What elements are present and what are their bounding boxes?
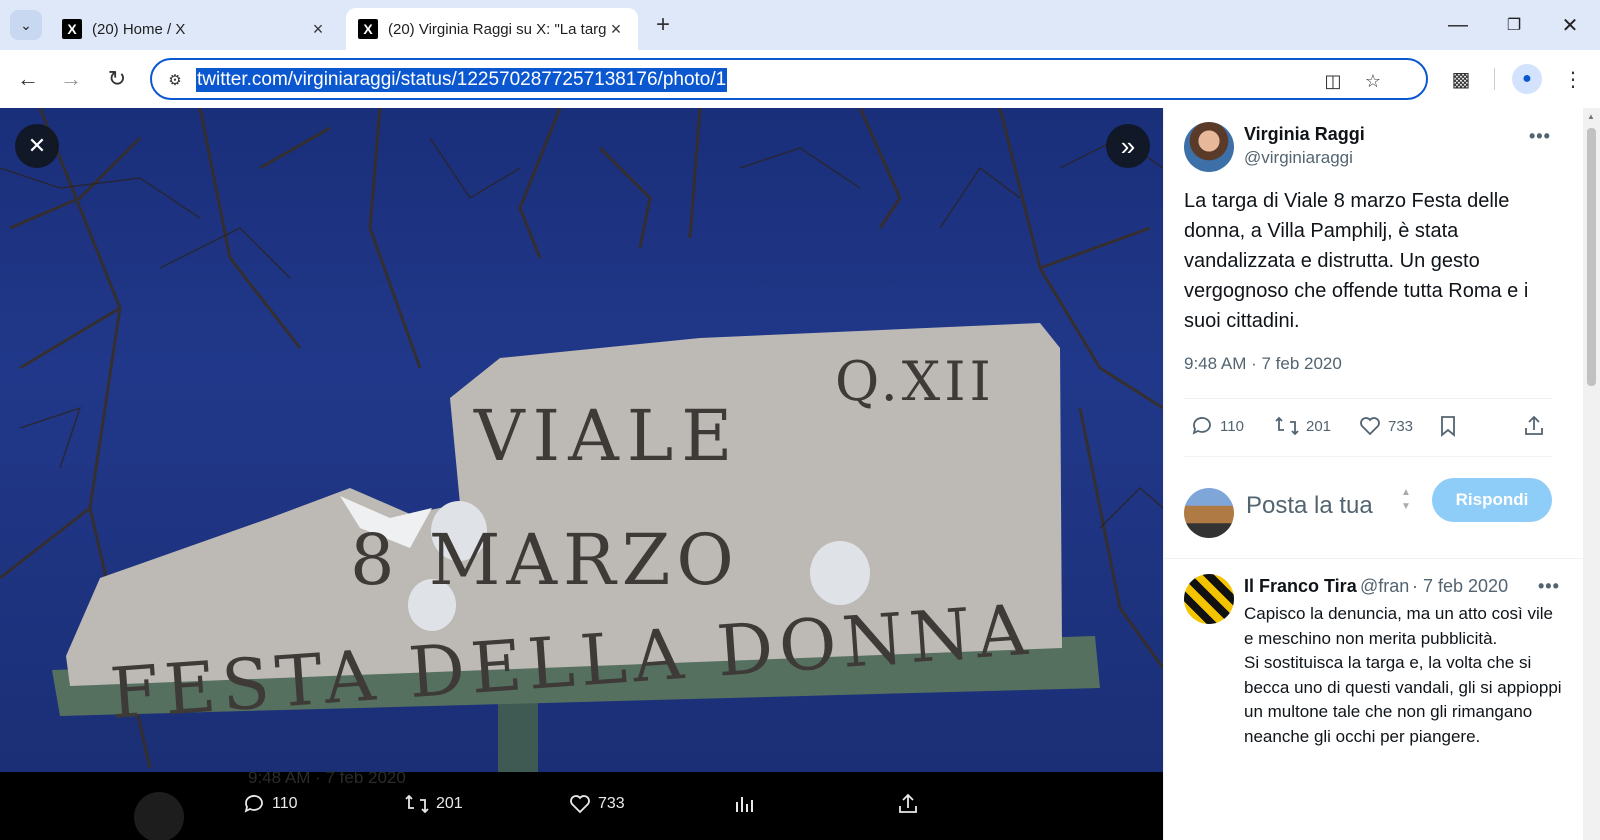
tab-search-button[interactable]: ⌄ — [10, 10, 42, 40]
reply-author-name[interactable]: Il Franco Tira — [1244, 576, 1357, 597]
toolbar-divider — [1494, 68, 1495, 90]
close-photo-button[interactable]: ✕ — [15, 124, 59, 168]
address-bar[interactable]: ⚙ twitter.com/virginiaraggi/status/12257… — [150, 58, 1428, 100]
x-logo-icon: X — [358, 19, 378, 39]
tab-tweet[interactable]: X (20) Virginia Raggi su X: "La targa di… — [346, 8, 638, 50]
sign-line-viale: VIALE — [473, 395, 740, 477]
back-button[interactable]: ← — [11, 62, 45, 96]
views-action[interactable] — [732, 792, 762, 816]
bookmark-star-icon[interactable]: ☆ — [1360, 68, 1386, 94]
retweet-stat[interactable]: 201 — [1274, 414, 1331, 438]
retweet-icon — [1275, 416, 1299, 436]
reply-date[interactable]: · 7 feb 2020 — [1412, 576, 1508, 597]
reload-button[interactable]: ↻ — [100, 62, 134, 96]
forward-button[interactable]: → — [54, 62, 88, 96]
author-name[interactable]: Virginia Raggi — [1244, 124, 1365, 145]
reply-text-line: Capisco la denuncia, ma un atto così vil… — [1244, 604, 1554, 648]
tab-title: (20) Virginia Raggi su X: "La targa di V… — [388, 20, 606, 38]
photo-viewer: Q.XII VIALE 8 MARZO FESTA DELLA DONNA ✕ … — [0, 108, 1163, 840]
share-action[interactable] — [896, 792, 926, 816]
more-options-icon[interactable]: ••• — [1538, 576, 1560, 597]
tweet-timestamp[interactable]: 9:48 AM · 7 feb 2020 — [1184, 354, 1342, 374]
sign-line-marzo: 8 MARZO — [350, 519, 740, 601]
reply-text: Capisco la denuncia, ma un atto così vil… — [1244, 602, 1564, 749]
retweet-icon — [405, 794, 429, 814]
reply-stat[interactable]: 110 — [1190, 414, 1244, 438]
share-icon — [899, 793, 917, 813]
heart-icon — [570, 795, 590, 814]
scroll-stepper-icon: ▲ ▼ — [1401, 487, 1411, 512]
minimize-button[interactable]: — — [1438, 8, 1478, 42]
profile-avatar[interactable]: ● — [1512, 64, 1542, 94]
like-action[interactable]: 733 — [568, 792, 625, 816]
like-count: 733 — [598, 795, 625, 812]
retweet-action[interactable]: 201 — [404, 792, 463, 816]
bookmark-stat[interactable] — [1436, 414, 1466, 438]
reply-count: 110 — [272, 795, 298, 812]
more-options-icon[interactable]: ••• — [1529, 126, 1551, 147]
retweet-count: 201 — [436, 795, 463, 812]
retweet-count: 201 — [1306, 417, 1332, 435]
reply-action[interactable]: 110 — [242, 792, 298, 816]
reply-icon — [244, 795, 263, 813]
divider — [1184, 398, 1552, 399]
avatar[interactable] — [1184, 574, 1234, 624]
url-text[interactable]: twitter.com/virginiaraggi/status/1225702… — [196, 68, 728, 92]
extensions-icon[interactable]: ▩ — [1444, 62, 1478, 96]
reply-input[interactable]: Posta la tua — [1246, 492, 1373, 520]
share-stat[interactable] — [1522, 414, 1552, 438]
reply-text-line: Si sostituisca la targa e, la volta che … — [1244, 653, 1562, 746]
ghost-avatar — [134, 792, 184, 840]
browser-menu-icon[interactable]: ⋮ — [1556, 62, 1590, 96]
sign-photo-illustration: Q.XII VIALE 8 MARZO FESTA DELLA DONNA — [0, 108, 1163, 772]
x-logo-icon: X — [62, 19, 82, 39]
reply-icon — [1192, 417, 1211, 435]
share-icon — [1525, 415, 1543, 435]
divider — [1164, 558, 1583, 559]
photo-action-bar: 9:48 AM · 7 feb 2020 110 201 733 — [0, 768, 1163, 840]
reply-count: 110 — [1220, 417, 1244, 435]
tweet-photo: Q.XII VIALE 8 MARZO FESTA DELLA DONNA ✕ … — [0, 108, 1163, 772]
restore-button[interactable]: ❐ — [1494, 8, 1534, 42]
ghost-time: 9:48 AM · 7 feb 2020 — [248, 768, 406, 787]
chevron-down-icon: ⌄ — [20, 16, 32, 33]
site-settings-icon[interactable]: ⚙ — [164, 69, 186, 91]
reply-button[interactable]: Rispondi — [1432, 478, 1552, 522]
avatar[interactable] — [1184, 122, 1234, 172]
window-close-button[interactable]: ✕ — [1550, 8, 1590, 42]
bookmark-icon — [1441, 416, 1455, 437]
browser-toolbar: ← → ↻ ⚙ twitter.com/virginiaraggi/status… — [0, 50, 1600, 108]
install-app-icon[interactable]: ◫ — [1320, 68, 1346, 94]
tweet-text: La targa di Viale 8 marzo Festa delle do… — [1184, 190, 1529, 332]
heart-icon — [1360, 417, 1380, 436]
reply-author-handle[interactable]: @franco — [1360, 576, 1410, 597]
tab-strip: ⌄ X (20) Home / X × X (20) Virginia Ragg… — [0, 0, 1600, 50]
tweet-author: Virginia Raggi @virginiaraggi ••• — [1184, 122, 1564, 174]
scroll-thumb[interactable] — [1587, 128, 1596, 386]
author-handle[interactable]: @virginiaraggi — [1244, 148, 1353, 168]
tweet-sidebar: Virginia Raggi @virginiaraggi ••• La tar… — [1163, 108, 1583, 840]
divider — [1184, 456, 1552, 457]
new-tab-button[interactable]: + — [650, 11, 676, 38]
like-count: 733 — [1388, 417, 1414, 435]
sign-line-qxii: Q.XII — [835, 350, 995, 413]
like-stat[interactable]: 733 — [1358, 414, 1413, 438]
close-icon[interactable]: × — [308, 19, 328, 39]
expand-sidebar-button[interactable]: » — [1106, 124, 1150, 168]
scrollbar[interactable]: ▲ — [1583, 108, 1600, 840]
analytics-icon — [736, 797, 753, 812]
close-icon[interactable]: × — [606, 19, 626, 39]
tab-home[interactable]: X (20) Home / X × — [50, 8, 340, 50]
current-user-avatar[interactable] — [1184, 488, 1234, 538]
tab-title: (20) Home / X — [92, 20, 186, 38]
scroll-up-icon[interactable]: ▲ — [1587, 112, 1595, 121]
